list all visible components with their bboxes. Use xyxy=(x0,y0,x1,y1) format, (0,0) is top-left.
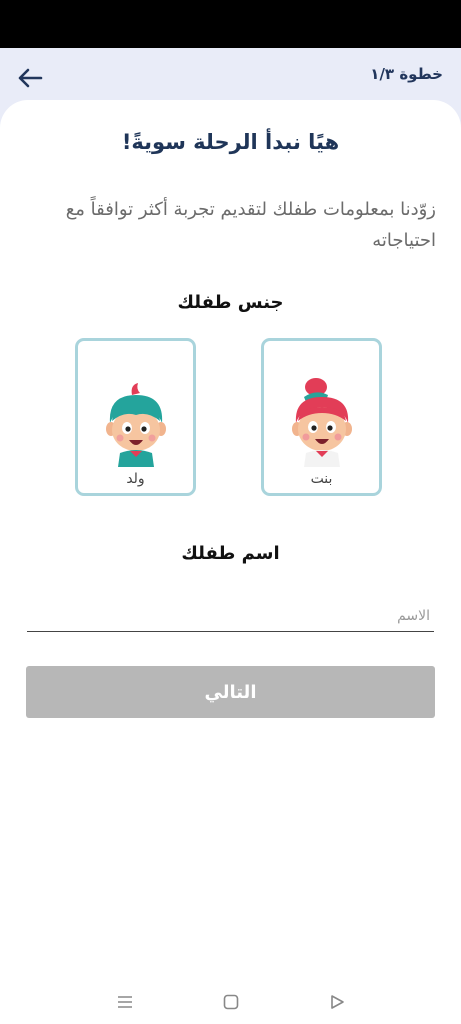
recents-button[interactable] xyxy=(113,990,137,1014)
gender-option-boy[interactable]: ولد xyxy=(75,338,196,496)
back-nav-button[interactable] xyxy=(325,990,349,1014)
name-section-label: اسم طفلك xyxy=(181,543,280,564)
system-nav-bar xyxy=(0,980,461,1024)
top-bar: خطوة ١/٣ xyxy=(0,48,461,106)
status-bar xyxy=(0,0,461,48)
gender-option-label: بنت xyxy=(310,471,333,487)
menu-icon xyxy=(118,996,132,1008)
boy-avatar-icon xyxy=(106,383,166,467)
girl-avatar-icon xyxy=(292,378,352,467)
step-indicator: خطوة ١/٣ xyxy=(370,65,443,83)
home-icon xyxy=(223,994,239,1010)
back-button[interactable] xyxy=(14,62,46,94)
next-button[interactable]: التالي xyxy=(26,666,435,718)
child-name-input[interactable] xyxy=(27,600,434,632)
gender-option-label: ولد xyxy=(126,471,145,487)
gender-section-label: جنس طفلك xyxy=(177,292,284,313)
page-title: هيًا نبدأ الرحلة سويةً! xyxy=(121,130,340,154)
gender-option-girl[interactable]: بنت xyxy=(261,338,382,496)
arrow-left-icon xyxy=(18,68,43,88)
page-subtitle: زوّدنا بمعلومات طفلك لتقديم تجربة أكثر ت… xyxy=(65,199,436,251)
home-button[interactable] xyxy=(219,990,243,1014)
back-triangle-icon xyxy=(331,995,344,1009)
